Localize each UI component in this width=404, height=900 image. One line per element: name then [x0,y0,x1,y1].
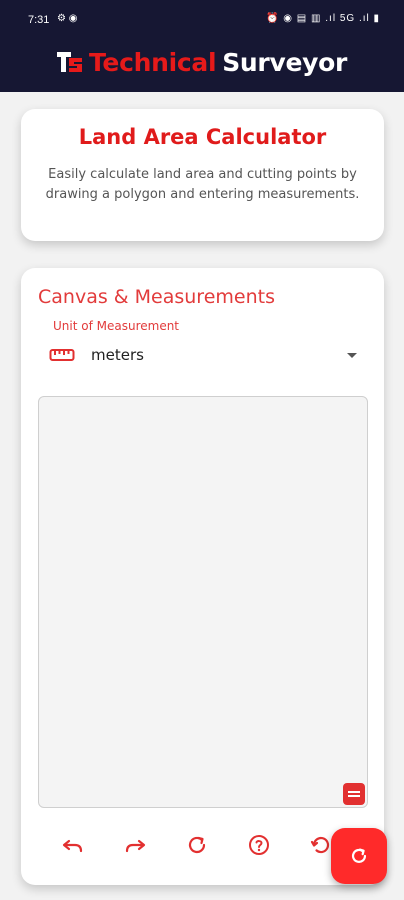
status-bar: 7:31 ⚙ ◉ ⏰ ◉ ▤ ▥ .ıl 5G .ıl ▮ [0,0,404,40]
brand: Technical Surveyor [0,44,404,80]
intro-card: Land Area Calculator Easily calculate la… [21,109,384,241]
status-time: 7:31 [28,14,50,26]
page-title: Land Area Calculator [78,125,327,149]
refresh-icon [351,848,367,863]
undo-icon[interactable] [61,833,85,857]
section-title: Canvas & Measurements [38,286,275,308]
app-header: 7:31 ⚙ ◉ ⏰ ◉ ▤ ▥ .ıl 5G .ıl ▮ Technical … [0,0,404,92]
help-icon[interactable] [247,833,271,857]
ruler-icon [49,349,75,361]
chevron-down-icon [347,352,357,358]
unit-select-value: meters [91,346,144,364]
menu-button[interactable] [343,783,365,805]
menu-icon [348,791,360,797]
canvas-toolbar [61,833,351,857]
unit-select[interactable]: meters [49,341,361,369]
measurement-card: Canvas & Measurements Unit of Measuremen… [21,268,384,885]
unit-label: Unit of Measurement [53,319,180,333]
page-description: Easily calculate land area and cutting p… [45,167,360,202]
logo-icon [56,50,83,74]
refresh-icon[interactable] [185,833,209,857]
status-left-icons: ⚙ ◉ [57,13,78,24]
status-right-icons: ⏰ ◉ ▤ ▥ .ıl 5G .ıl ▮ [266,13,380,24]
brand-technical: Technical [88,47,217,77]
fab-refresh-button[interactable] [331,828,387,884]
history-icon[interactable] [309,833,333,857]
redo-icon[interactable] [123,833,147,857]
drawing-canvas[interactable] [38,396,368,808]
brand-surveyor: Surveyor [222,47,348,77]
